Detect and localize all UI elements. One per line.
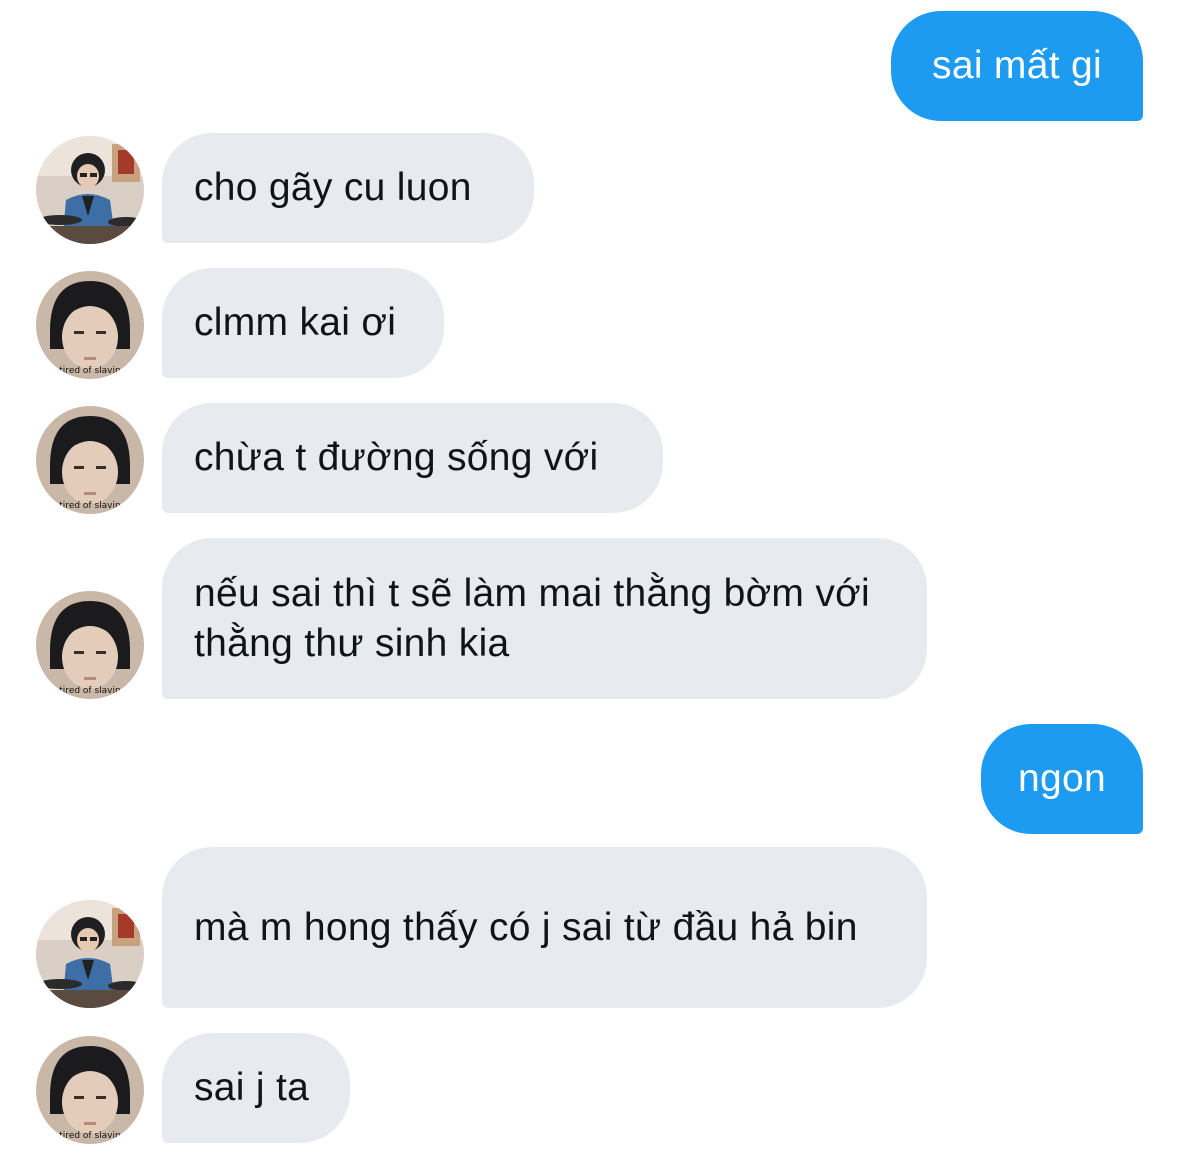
- avatar-caption: tired of slavin: [59, 501, 120, 511]
- avatar-caption: tired of slavin: [59, 366, 120, 376]
- message-bubble-incoming[interactable]: sai j ta: [162, 1033, 350, 1143]
- message-text: sai j ta: [194, 1066, 310, 1109]
- message-bubble-incoming[interactable]: chừa t đường sống với: [162, 403, 663, 513]
- portrait-avatar[interactable]: tired of slavin: [36, 271, 144, 379]
- message-text: nếu sai thì t sẽ làm mai thằng bờm với t…: [194, 571, 870, 665]
- message-text: ngon: [1018, 757, 1106, 800]
- portrait-avatar[interactable]: tired of slavin: [36, 406, 144, 514]
- portrait-avatar[interactable]: tired of slavin: [36, 1036, 144, 1144]
- message-bubble-incoming[interactable]: mà m hong thấy có j sai từ đầu hả bin: [162, 847, 927, 1008]
- message-text: chừa t đường sống với: [194, 436, 599, 479]
- avatar-caption: tired of slavin: [59, 686, 120, 696]
- message-text: clmm kai ơi: [194, 301, 397, 344]
- message-text: mà m hong thấy có j sai từ đầu hả bin: [194, 905, 858, 949]
- message-bubble-outgoing[interactable]: ngon: [981, 724, 1143, 834]
- message-text: sai mất gi: [932, 44, 1102, 87]
- message-text: cho gãy cu luon: [194, 166, 472, 209]
- avatar-caption: tired of slavin: [59, 1131, 120, 1141]
- message-bubble-incoming[interactable]: clmm kai ơi: [162, 268, 444, 378]
- drummer-avatar[interactable]: [36, 136, 144, 244]
- portrait-avatar[interactable]: tired of slavin: [36, 591, 144, 699]
- message-bubble-incoming[interactable]: nếu sai thì t sẽ làm mai thằng bờm với t…: [162, 538, 927, 699]
- drummer-avatar[interactable]: [36, 900, 144, 1008]
- message-bubble-incoming[interactable]: cho gãy cu luon: [162, 133, 534, 243]
- message-bubble-outgoing[interactable]: sai mất gi: [891, 11, 1143, 121]
